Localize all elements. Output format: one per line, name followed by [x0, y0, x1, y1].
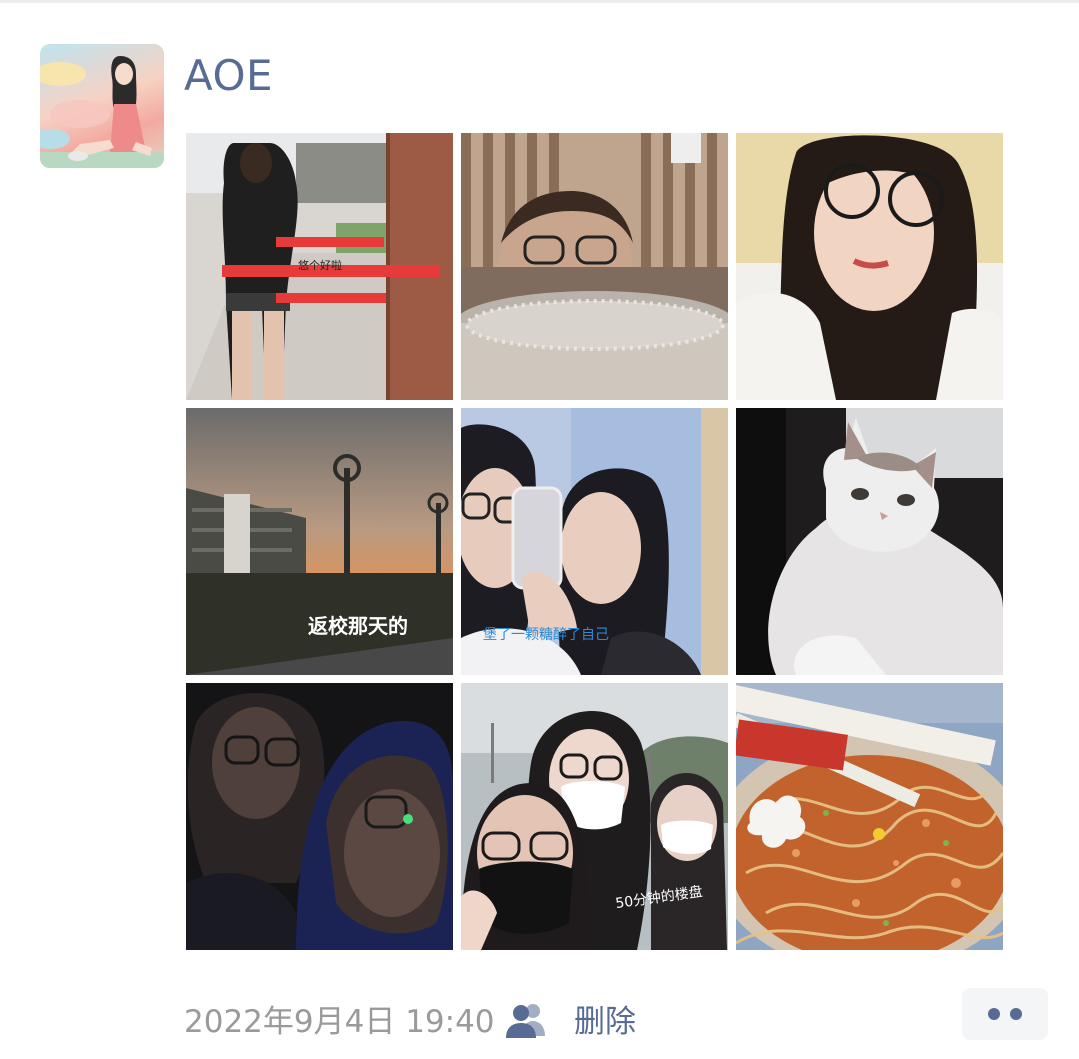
photo-2[interactable]: [461, 133, 728, 400]
top-divider: [0, 0, 1079, 3]
photo-1[interactable]: 悠个好啦: [186, 133, 453, 400]
avatar-illustration: [40, 56, 164, 168]
username[interactable]: AOE: [184, 48, 273, 104]
photo-6[interactable]: [736, 408, 1003, 675]
more-button[interactable]: [962, 988, 1048, 1040]
post-timestamp: 2022年9月4日 19:40: [184, 1004, 495, 1040]
avatar[interactable]: [40, 44, 164, 168]
photo-3[interactable]: [736, 133, 1003, 400]
more-dots-icon: [988, 1008, 1000, 1020]
photo-5[interactable]: 堡了一颗糖醉了自己: [461, 408, 728, 675]
photo-4[interactable]: 返校那天的: [186, 408, 453, 675]
photo-caption: 悠个好啦: [298, 259, 342, 272]
photo-caption: 返校那天的: [308, 614, 408, 638]
photo-grid: 悠个好啦 返校那天的 堡了一颗糖醉了自己 50分钟的楼盘: [186, 133, 1003, 950]
photo-9[interactable]: [736, 683, 1003, 950]
more-dots-icon: [1010, 1008, 1022, 1020]
people-icon[interactable]: [503, 1000, 549, 1040]
photo-caption: 堡了一颗糖醉了自己: [483, 627, 609, 643]
delete-link[interactable]: 删除: [574, 1000, 636, 1044]
photo-8[interactable]: 50分钟的楼盘: [461, 683, 728, 950]
photo-7[interactable]: [186, 683, 453, 950]
